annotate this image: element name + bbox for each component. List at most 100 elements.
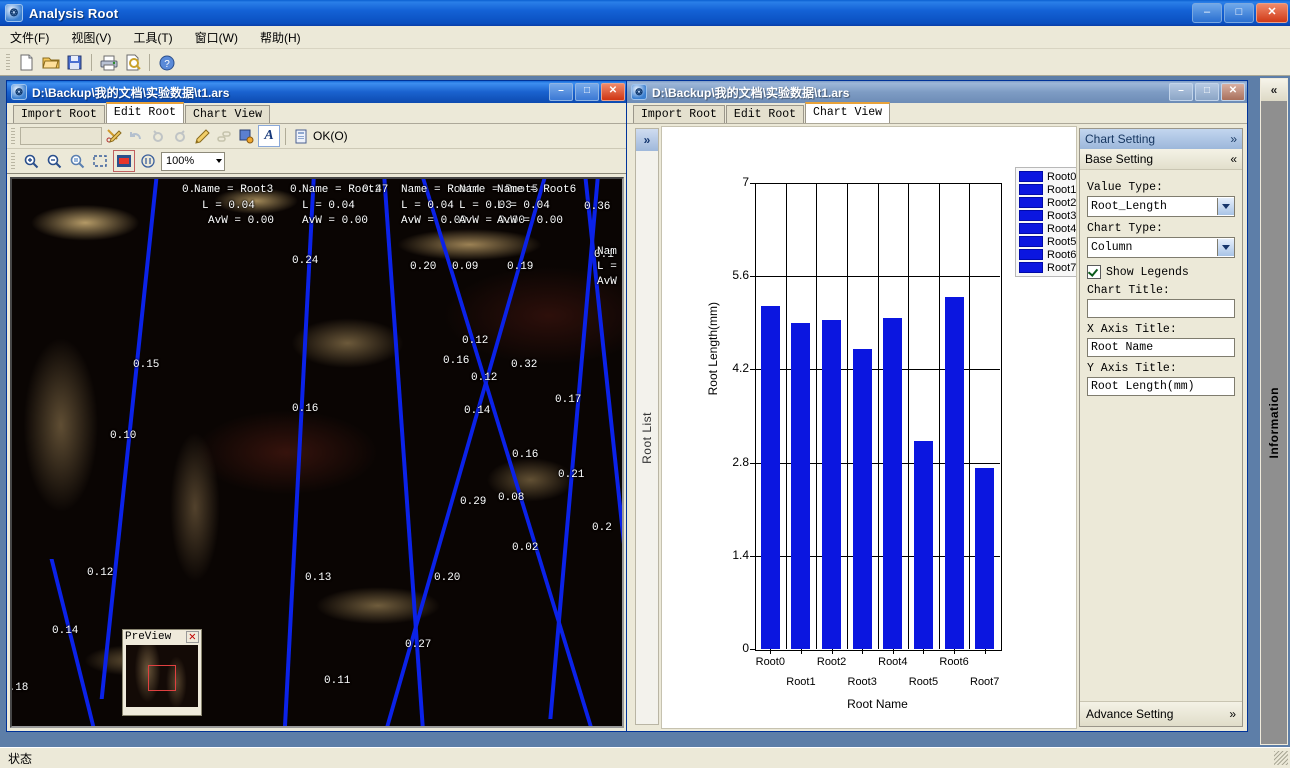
open-folder-icon[interactable] [40, 52, 61, 73]
right-close-button[interactable]: ✕ [1221, 83, 1245, 101]
show-legends-row[interactable]: Show Legends [1087, 265, 1235, 279]
right-tab-chart-view[interactable]: Chart View [805, 102, 891, 123]
ok-button[interactable]: OK(O) [291, 126, 352, 146]
edit-name-field[interactable] [20, 127, 102, 145]
ok-button-label: OK(O) [313, 129, 348, 143]
chart-title-input[interactable] [1087, 299, 1235, 318]
save-icon[interactable] [64, 52, 85, 73]
zoom-toolbar-grip[interactable] [11, 153, 15, 169]
scissors-pencil-icon[interactable] [104, 126, 124, 146]
root-annotation: 0.32 [511, 359, 538, 371]
left-close-button[interactable]: ✕ [601, 83, 625, 101]
print-icon[interactable] [98, 52, 119, 73]
legend-item: Root5 [1019, 235, 1076, 248]
root-annotation: L = 0.04 [401, 200, 454, 212]
x-tick-label: Root5 [908, 676, 939, 688]
root-list-panel[interactable]: » Root List [635, 128, 659, 725]
tab-chart-view[interactable]: Chart View [185, 105, 271, 123]
value-type-dropdown-icon[interactable] [1217, 198, 1234, 215]
left-minimize-button[interactable]: – [549, 83, 573, 101]
right-tab-edit-root[interactable]: Edit Root [725, 105, 805, 123]
measure-icon[interactable] [138, 151, 158, 171]
x-tick-mark [800, 649, 802, 654]
toolbar-grip[interactable] [6, 54, 10, 70]
menu-item-tools[interactable]: 工具(T) [133, 29, 172, 46]
preview-close-icon[interactable]: ✕ [185, 631, 199, 643]
tag-pencil-icon[interactable] [192, 126, 212, 146]
menu-item-window[interactable]: 窗口(W) [195, 29, 238, 46]
maximize-button[interactable]: □ [1224, 3, 1254, 23]
advance-setting-expand-icon[interactable]: » [1229, 707, 1236, 721]
zoom-in-icon[interactable] [21, 151, 41, 171]
chart-setting-header: Chart Setting » [1080, 129, 1242, 149]
link-icon[interactable] [214, 126, 234, 146]
root-image-canvas[interactable]: Name = Root3 L = 0.04 AvW = 0.00 Name = Roo… [10, 177, 624, 728]
menu-item-view[interactable]: 视图(V) [71, 29, 111, 46]
base-setting-collapse-icon[interactable]: « [1230, 152, 1237, 166]
help-icon[interactable]: ? [156, 52, 177, 73]
chart-bar[interactable] [944, 296, 964, 649]
chart-canvas[interactable]: Root Length(mm) 0 1.4 2.8 4.2 5.6 7 Root0 Root1… [661, 126, 1077, 729]
redo-prev-icon[interactable] [148, 126, 168, 146]
right-minimize-button[interactable]: – [1169, 83, 1193, 101]
show-legends-checkbox[interactable] [1087, 265, 1101, 279]
color-icon[interactable] [236, 126, 256, 146]
x-axis-title-input[interactable]: Root Name [1087, 338, 1235, 357]
legend-swatch [1019, 249, 1043, 260]
chart-bar[interactable] [852, 349, 872, 649]
right-tab-import-root[interactable]: Import Root [633, 105, 725, 123]
value-type-select[interactable]: Root_Length [1087, 196, 1235, 217]
zoom-fit-icon[interactable] [67, 151, 87, 171]
root-annotation: 0.02 [512, 542, 539, 554]
chart-bar[interactable] [760, 306, 780, 649]
print-preview-icon[interactable] [122, 52, 143, 73]
resize-grip[interactable] [1274, 751, 1288, 765]
legend-item: Root0 [1019, 170, 1076, 183]
zoom-out-icon[interactable] [44, 151, 64, 171]
select-region-icon[interactable] [90, 151, 110, 171]
undo-icon[interactable] [126, 126, 146, 146]
information-collapse-button[interactable]: « [1261, 79, 1287, 101]
preview-window[interactable]: PreView ✕ [122, 629, 202, 716]
root-list-expand-button[interactable]: » [636, 129, 658, 151]
chart-bar[interactable] [975, 467, 995, 649]
chart-type-dropdown-icon[interactable] [1217, 239, 1234, 256]
chart-bar[interactable] [883, 318, 903, 649]
advance-setting-row[interactable]: Advance Setting » [1080, 701, 1242, 726]
tab-edit-root[interactable]: Edit Root [105, 102, 185, 123]
text-format-icon[interactable]: A [258, 125, 280, 147]
menu-item-file[interactable]: 文件(F) [10, 29, 49, 46]
right-window-title: D:\Backup\我的文档\实验数据\t1.ars [652, 85, 850, 100]
root-annotation: 0.2 [592, 522, 612, 534]
y-tick-mark [750, 369, 755, 371]
legend-label: Root2 [1047, 196, 1077, 209]
new-document-icon[interactable] [16, 52, 37, 73]
legend-item: Root4 [1019, 222, 1076, 235]
left-maximize-button[interactable]: □ [575, 83, 599, 101]
root-annotation: Nam [597, 246, 617, 258]
menu-item-help[interactable]: 帮助(H) [260, 29, 301, 46]
chart-bar[interactable] [791, 322, 811, 649]
preview-title-bar: PreView ✕ [123, 630, 201, 644]
close-button[interactable]: ✕ [1256, 3, 1288, 23]
information-panel[interactable]: « Information [1260, 78, 1288, 745]
chart-bar[interactable] [913, 441, 933, 649]
minimize-button[interactable]: – [1192, 3, 1222, 23]
preview-toggle-icon[interactable] [113, 150, 135, 172]
root-annotation: 0.20 [434, 572, 461, 584]
menu-bar: 文件(F) 视图(V) 工具(T) 窗口(W) 帮助(H) [0, 26, 1290, 49]
base-setting-header[interactable]: Base Setting « [1080, 149, 1242, 170]
app-title: Analysis Root [29, 5, 119, 21]
right-maximize-button[interactable]: □ [1195, 83, 1219, 101]
chart-bar[interactable] [822, 320, 842, 649]
y-axis-title-input[interactable]: Root Length(mm) [1087, 377, 1235, 396]
edit-toolbar-grip[interactable] [11, 128, 15, 144]
zoom-level-combo[interactable]: 100% [161, 151, 225, 171]
chart-type-select[interactable]: Column [1087, 237, 1235, 258]
redo-next-icon[interactable] [170, 126, 190, 146]
chart-setting-expand-icon[interactable]: » [1230, 132, 1237, 146]
root-annotation: AvW = 0.00 [497, 215, 564, 227]
legend-label: Root4 [1047, 222, 1077, 235]
tab-import-root[interactable]: Import Root [13, 105, 105, 123]
y-tick-mark [750, 649, 755, 650]
